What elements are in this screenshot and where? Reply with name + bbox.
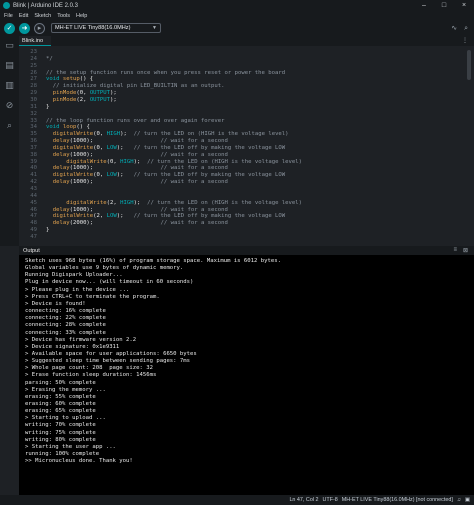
output-panel-actions: ≡ ⊠ — [447, 247, 468, 254]
output-line: > Starting to upload ... — [25, 415, 106, 422]
file-encoding[interactable]: UTF-8 — [323, 497, 338, 503]
toolbar: ✓ ➜ ▸ MH-ET LIVE Tiny88(16.0MHz) ▼ ∿ ⌕ — [0, 20, 474, 36]
output-line: > Available space for user applications:… — [25, 350, 197, 357]
output-line: > Suggested sleep time between sending p… — [25, 358, 191, 365]
output-line: writing: 70% complete — [25, 422, 96, 429]
debug-icon[interactable]: ⊘ — [0, 96, 19, 116]
sketchbook-icon[interactable]: ▭ — [0, 36, 19, 56]
output-line: > Press CTRL+C to terminate the program. — [25, 293, 160, 300]
code-line[interactable]: 47 — [19, 234, 459, 241]
output-line: Sketch uses 968 bytes (16%) of program s… — [25, 258, 281, 264]
output-line: Plug in device now... (will timeout in 6… — [25, 279, 194, 286]
output-line: connecting: 22% complete — [25, 315, 106, 322]
output-line: > Erase function sleep duration: 1456ms — [25, 372, 157, 379]
output-line: writing: 80% complete — [25, 436, 96, 443]
output-line: erasing: 65% complete — [25, 408, 96, 415]
window-title: Blink | Arduino IDE 2.0.3 — [13, 2, 78, 9]
toolbar-right: ∿ ⌕ — [444, 24, 468, 33]
output-line: erasing: 55% complete — [25, 393, 96, 400]
title-bar: Blink | Arduino IDE 2.0.3 – □ × — [0, 0, 474, 11]
close-icon[interactable]: × — [454, 2, 474, 9]
menu-sketch[interactable]: Sketch — [34, 13, 51, 19]
tab-label: Blink.ino — [22, 37, 44, 44]
window-controls: – □ × — [414, 2, 474, 9]
board-selector-label: MH-ET LIVE Tiny88(16.0MHz) — [55, 25, 131, 31]
output-line: connecting: 16% complete — [25, 308, 106, 315]
debug-button[interactable]: ▸ — [34, 22, 45, 34]
output-console[interactable]: Sketch uses 968 bytes (16%) of program s… — [19, 255, 474, 495]
notification-bell-icon[interactable]: ♫ — [457, 497, 461, 503]
close-panel-icon[interactable]: ⊠ — [463, 247, 468, 254]
line-number: 47 — [30, 233, 37, 240]
serial-monitor-icon[interactable]: ⌕ — [464, 24, 468, 33]
verify-button[interactable]: ✓ — [4, 22, 15, 34]
output-panel-header: Output ≡ ⊠ — [19, 246, 474, 255]
library-manager-icon[interactable]: ▥ — [0, 76, 19, 96]
upload-button[interactable]: ➜ — [19, 22, 30, 34]
output-line: running: 100% complete — [25, 451, 100, 458]
editor-scrollbar[interactable] — [467, 50, 471, 80]
output-line: connecting: 33% complete — [25, 329, 106, 336]
boards-manager-icon[interactable]: ▤ — [0, 56, 19, 76]
output-line: writing: 75% complete — [25, 429, 96, 436]
output-panel-title: Output — [23, 247, 40, 254]
clear-output-icon[interactable]: ≡ — [453, 247, 457, 254]
output-line: Global variables use 9 bytes of dynamic … — [25, 265, 184, 272]
output-line: > Device has firmware version 2.2 — [25, 336, 137, 343]
activity-sidebar: ▭ ▤ ▥ ⊘ ⌕ — [0, 36, 19, 246]
status-bar: Ln 47, Col 2 UTF-8 MH-ET LIVE Tiny88(16.… — [0, 495, 474, 505]
editor-tab-bar: Blink.ino ⋮ — [19, 36, 474, 46]
output-line: > Erasing the memory ... — [25, 386, 106, 393]
output-line: > Device is found! — [25, 300, 86, 307]
menu-tools[interactable]: Tools — [57, 13, 70, 19]
code-editor[interactable]: 23 24 */25 26// the setup function runs onc… — [19, 46, 474, 242]
more-options-icon[interactable]: ⋮ — [462, 37, 468, 44]
arduino-logo-icon — [3, 2, 10, 9]
chevron-down-icon: ▼ — [152, 25, 157, 31]
output-line: > Device signature: 0x1e9311 — [25, 343, 120, 350]
output-line: erasing: 60% complete — [25, 401, 96, 407]
search-icon[interactable]: ⌕ — [0, 116, 19, 136]
tab-blink-ino[interactable]: Blink.ino — [19, 36, 51, 46]
output-line: Running Digispark Uploader... — [25, 272, 123, 279]
output-line: parsing: 50% complete — [25, 379, 96, 386]
board-selector[interactable]: MH-ET LIVE Tiny88(16.0MHz) ▼ — [51, 23, 161, 33]
cursor-position[interactable]: Ln 47, Col 2 — [289, 497, 318, 503]
output-line: connecting: 28% complete — [25, 322, 106, 329]
menu-help[interactable]: Help — [76, 13, 87, 19]
minimize-icon[interactable]: – — [414, 2, 434, 9]
board-status[interactable]: MH-ET LIVE Tiny88(16.0MHz) [not connecte… — [342, 497, 453, 503]
output-line: > Starting the user app ... — [25, 443, 116, 450]
maximize-icon[interactable]: □ — [434, 2, 454, 9]
output-line: > Whole page count: 208 page size: 32 — [25, 365, 153, 372]
serial-plotter-icon[interactable]: ∿ — [451, 24, 457, 33]
menu-bar: File Edit Sketch Tools Help — [0, 11, 474, 20]
output-line: >> Micronucleus done. Thank you! — [25, 458, 133, 465]
layout-icon[interactable]: ▣ — [465, 497, 470, 503]
menu-edit[interactable]: Edit — [19, 13, 28, 19]
output-line: > Please plug in the device ... — [25, 286, 130, 293]
menu-file[interactable]: File — [4, 13, 13, 19]
